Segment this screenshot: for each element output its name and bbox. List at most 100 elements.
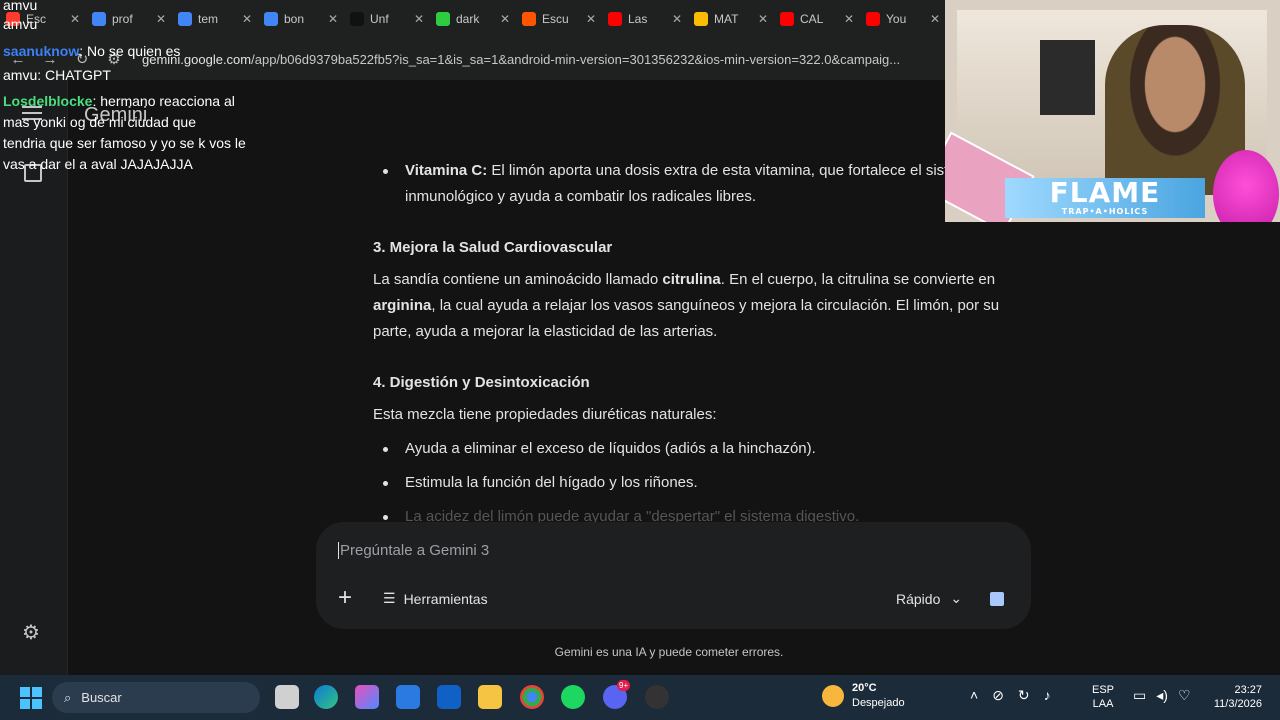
tab-favicon-icon (866, 12, 880, 26)
add-attachment-icon[interactable]: + (338, 586, 352, 610)
banner-title: FLAME (1049, 176, 1161, 209)
chat-message: vas a dar el a aval JAJAJAJJA (3, 154, 193, 175)
tab-close-icon[interactable]: ✕ (414, 12, 424, 26)
tab-favicon-icon (694, 12, 708, 26)
tab-favicon-icon (608, 12, 622, 26)
vitamin-c-item: Vitamina C: El limón aporta una dosis ex… (373, 158, 1023, 210)
notification-icon[interactable]: ♡ (1178, 687, 1191, 704)
outlook-icon[interactable] (437, 685, 461, 709)
list-item: Ayuda a eliminar el exceso de líquidos (… (373, 436, 1023, 462)
copilot-icon[interactable] (355, 685, 379, 709)
chrome-icon[interactable] (520, 685, 544, 709)
store-icon[interactable] (396, 685, 420, 709)
s3-bold-citrulina: citrulina (662, 271, 721, 288)
tab-favicon-icon (350, 12, 364, 26)
network-icon[interactable]: ⊘ (992, 687, 1004, 704)
discord-icon[interactable]: 9+ (603, 680, 631, 709)
section-4-intro: Esta mezcla tiene propiedades diuréticas… (373, 406, 717, 423)
chat-message: saanuknow: No se quien es (3, 41, 180, 62)
stop-icon[interactable] (990, 592, 1004, 606)
microphone-icon[interactable]: ♪ (1044, 687, 1051, 704)
chevron-up-icon[interactable]: ˄ (970, 687, 978, 704)
lang-top: ESP (1092, 684, 1115, 696)
edge-icon[interactable] (314, 685, 338, 709)
weather-temp: 20°C (852, 682, 877, 694)
tab-title: MAT (714, 12, 739, 26)
volume-icon[interactable]: ◂) (1156, 687, 1168, 704)
s3-text-3: , la cual ayuda a relajar los vasos sang… (373, 297, 1000, 340)
model-label: Rápido (896, 590, 941, 607)
prompt-input[interactable]: Pregúntale a Gemini 3 (338, 542, 489, 559)
tab-close-icon[interactable]: ✕ (844, 12, 854, 26)
tab-favicon-icon (436, 12, 450, 26)
taskbar-search[interactable]: ⌕ Buscar (52, 682, 260, 713)
chat-message: mas yonki og de mi ciudad que (3, 112, 196, 133)
chat-username[interactable]: Losdelblocke (3, 93, 92, 109)
chat-username[interactable]: amvu (3, 67, 37, 83)
chat-username[interactable]: saanuknow (3, 43, 79, 59)
tab-favicon-icon (780, 12, 794, 26)
model-selector[interactable]: Rápido ⌄ (896, 590, 962, 607)
tab-favicon-icon (264, 12, 278, 26)
tab-close-icon[interactable]: ✕ (586, 12, 596, 26)
flame-banner: FLAME TRAP•A•HOLICS (1005, 178, 1205, 218)
chat-text: vas a dar el a aval JAJAJAJJA (3, 156, 193, 172)
browser-tab[interactable]: Las ✕ (602, 4, 688, 34)
chat-username[interactable]: amvu (3, 16, 37, 32)
display-icon[interactable]: ▭ (1133, 687, 1146, 704)
chat-username[interactable]: amvu (3, 0, 37, 13)
s3-bold-arginina: arginina (373, 297, 432, 314)
language-indicator[interactable]: ESP LAA (1092, 683, 1114, 711)
windows-start-icon[interactable] (20, 687, 42, 709)
spotify-icon[interactable] (561, 685, 585, 709)
tools-sliders-icon: ☰ (383, 590, 396, 606)
tab-title: You (886, 12, 907, 26)
weather-sun-icon (822, 685, 844, 707)
obs-icon[interactable] (645, 685, 669, 709)
folder-icon[interactable] (478, 685, 502, 709)
disclaimer: Gemini es una IA y puede cometer errores… (68, 645, 1280, 659)
tab-close-icon[interactable]: ✕ (930, 12, 940, 26)
chevron-down-icon: ⌄ (950, 590, 963, 606)
tab-title: CAL (800, 12, 824, 26)
s3-text-2: . En el cuerpo, la citrulina se conviert… (720, 271, 996, 288)
chat-message: tendria que ser famoso y yo se k vos le (3, 133, 246, 154)
vitamin-c-text: El limón aporta una dosis extra de esta … (405, 162, 978, 205)
tab-title: bon (284, 12, 305, 26)
tab-title: Las (628, 12, 648, 26)
tab-close-icon[interactable]: ✕ (500, 12, 510, 26)
browser-tab[interactable]: Unf ✕ (344, 4, 430, 34)
section-4-title: 4. Digestión y Desintoxicación (373, 374, 590, 391)
file-explorer-icon[interactable] (275, 685, 299, 709)
weather-desc: Despejado (852, 697, 905, 709)
s3-text-1: La sandía contiene un aminoácido llamado (373, 271, 663, 288)
browser-tab[interactable]: dark ✕ (430, 4, 516, 34)
tab-close-icon[interactable]: ✕ (758, 12, 768, 26)
tab-title: dark (456, 12, 480, 26)
weather-widget[interactable]: 20°C Despejado (822, 681, 905, 711)
tools-label: Herramientas (403, 590, 488, 607)
tab-close-icon[interactable]: ✕ (672, 12, 682, 26)
lang-bottom: LAA (1092, 698, 1114, 710)
system-tray-right: ▭ ◂) ♡ (1133, 687, 1191, 704)
wall-poster (1040, 40, 1095, 115)
clock[interactable]: 23:27 11/3/2026 (1206, 683, 1262, 711)
tab-title: Escu (542, 12, 569, 26)
settings-gear-icon[interactable]: ⚙ (22, 620, 40, 645)
section-3-paragraph: La sandía contiene un aminoácido llamado… (373, 267, 1023, 345)
chat-text: : hermano reacciona al (92, 93, 235, 109)
browser-tab[interactable]: You ✕ (860, 4, 946, 34)
browser-tab[interactable]: MAT ✕ (688, 4, 774, 34)
vitamin-c-label: Vitamina C: (405, 162, 488, 179)
tab-close-icon[interactable]: ✕ (328, 12, 338, 26)
list-item: Estimula la función del hígado y los riñ… (373, 470, 1023, 496)
chat-message: Losdelblocke: hermano reacciona al (3, 91, 235, 112)
tab-favicon-icon (522, 12, 536, 26)
browser-tab[interactable]: CAL ✕ (774, 4, 860, 34)
tools-button[interactable]: ☰ Herramientas (383, 590, 488, 607)
url-path: /app/b06d9379ba522fb5?is_sa=1&is_sa=1&an… (251, 51, 901, 67)
sync-icon[interactable]: ↻ (1018, 687, 1030, 704)
pink-buddha-sticker (1213, 150, 1279, 222)
browser-tab[interactable]: bon ✕ (258, 4, 344, 34)
browser-tab[interactable]: Escu ✕ (516, 4, 602, 34)
